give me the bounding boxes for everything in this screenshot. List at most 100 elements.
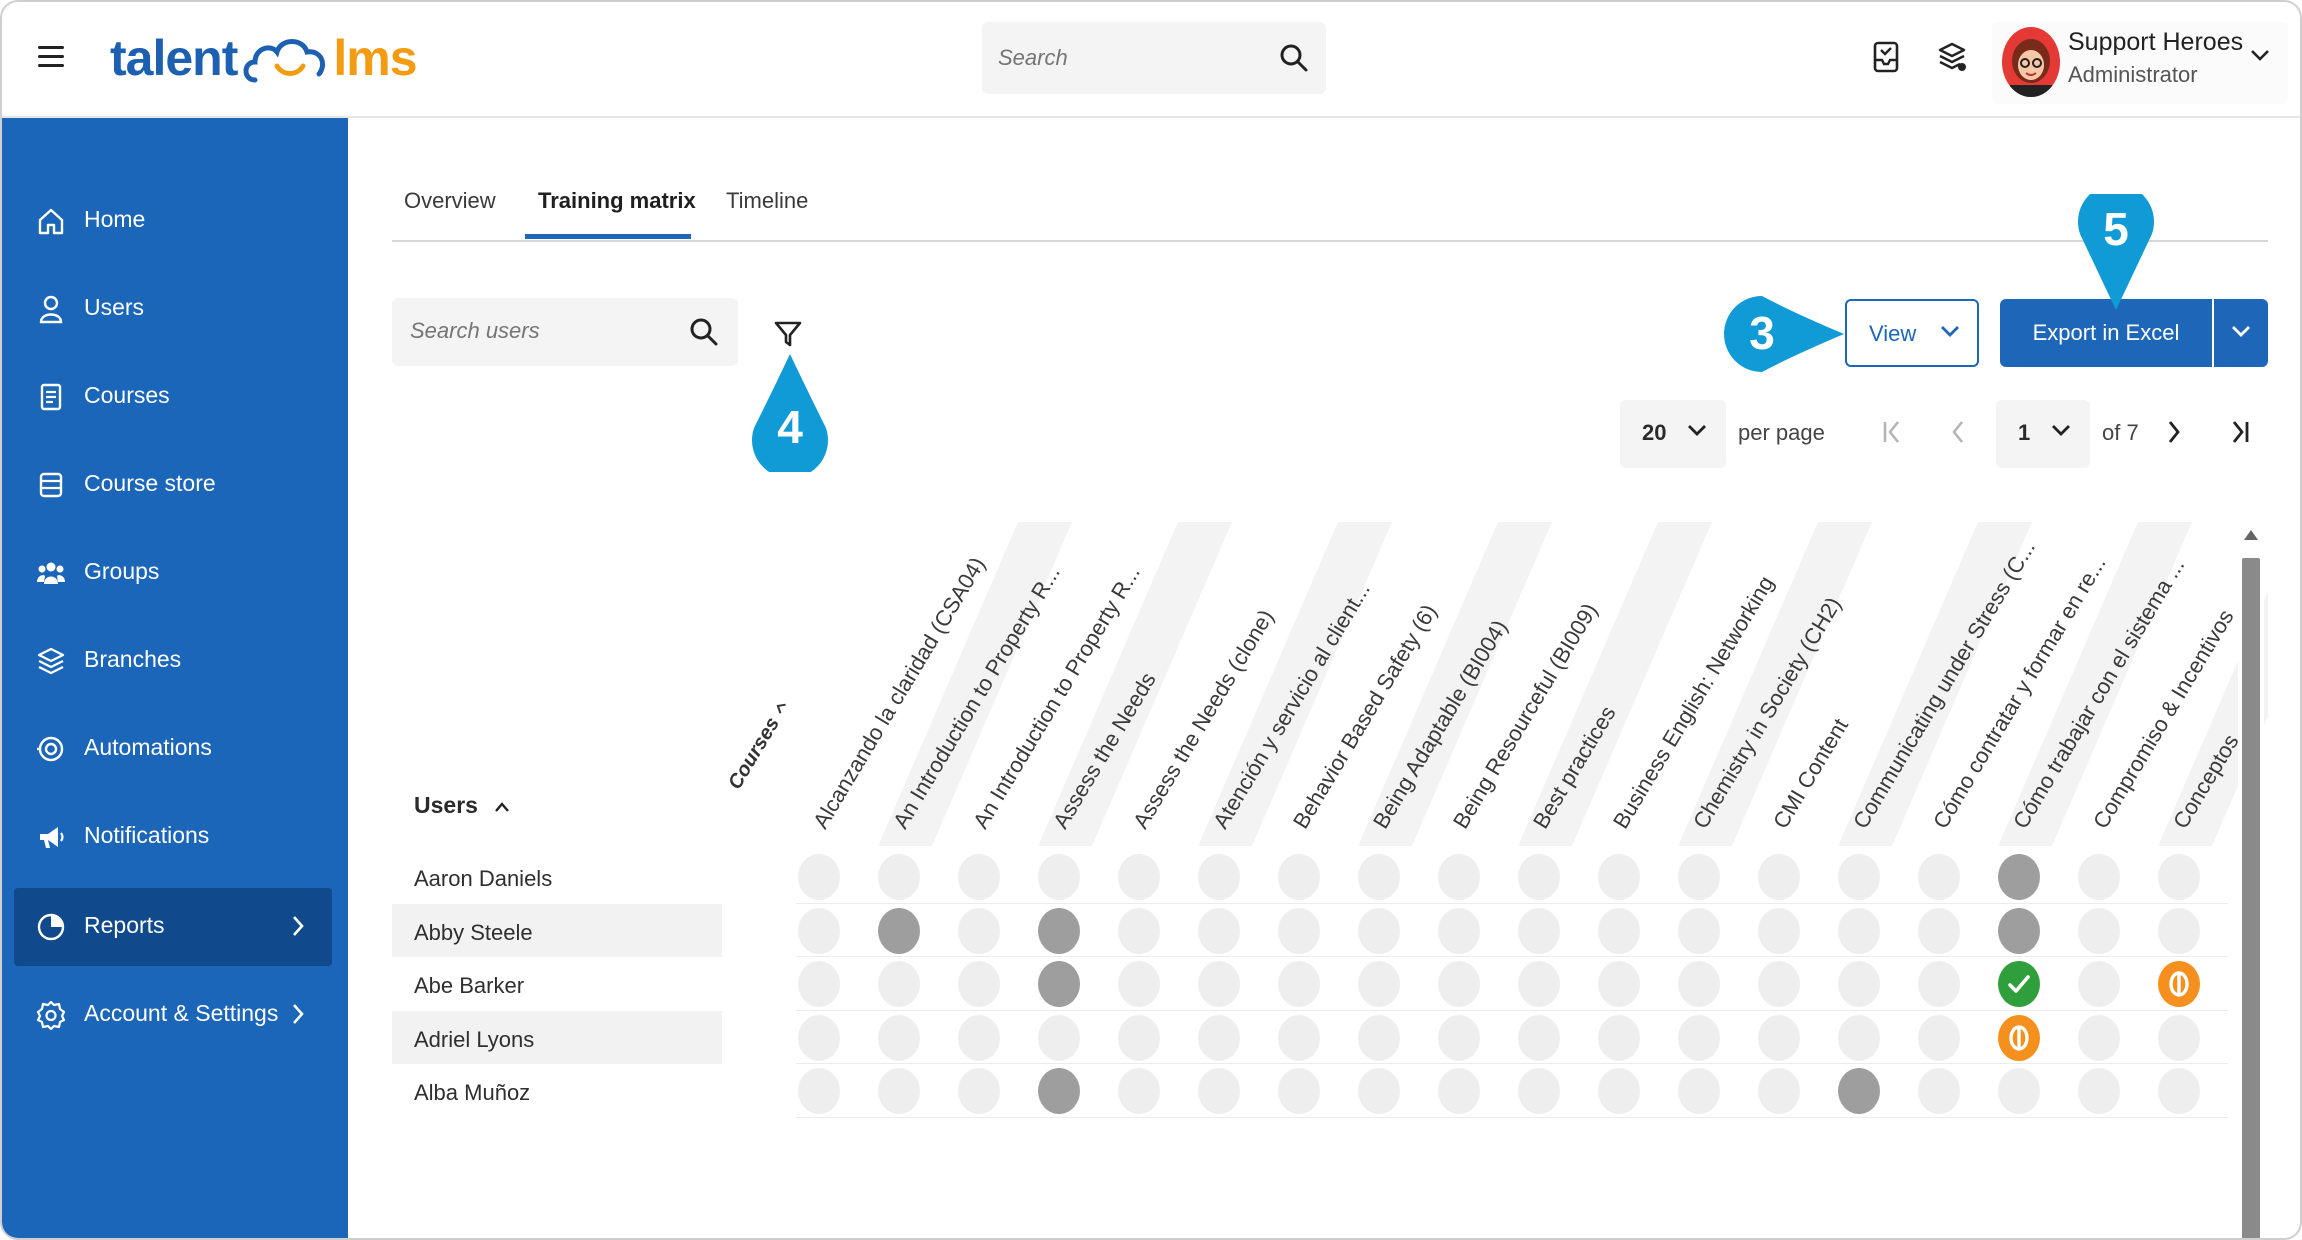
status-not-started-cell[interactable] (878, 907, 920, 954)
status-not-assigned-cell[interactable] (2078, 907, 2120, 954)
next-page-icon[interactable] (2154, 412, 2194, 452)
status-not-assigned-cell[interactable] (1678, 961, 1720, 1007)
status-not-assigned-cell[interactable] (798, 1068, 840, 1114)
status-not-assigned-cell[interactable] (798, 961, 840, 1007)
sidebar-item-automations[interactable]: Automations (14, 710, 332, 788)
status-not-assigned-cell[interactable] (1678, 907, 1720, 954)
status-not-assigned-cell[interactable] (1518, 1014, 1560, 1061)
last-page-icon[interactable] (2220, 412, 2260, 452)
status-not-started-cell[interactable] (1038, 907, 1080, 954)
status-not-assigned-cell[interactable] (1438, 1014, 1480, 1061)
status-not-assigned-cell[interactable] (2158, 907, 2200, 954)
status-not-assigned-cell[interactable] (1038, 1014, 1080, 1061)
status-not-assigned-cell[interactable] (1918, 961, 1960, 1007)
status-not-assigned-cell[interactable] (1118, 1014, 1160, 1061)
status-not-assigned-cell[interactable] (1278, 961, 1320, 1007)
status-not-assigned-cell[interactable] (1198, 854, 1240, 900)
status-not-assigned-cell[interactable] (1278, 854, 1320, 900)
status-not-assigned-cell[interactable] (1838, 854, 1880, 900)
status-not-assigned-cell[interactable] (1678, 1014, 1720, 1061)
previous-page-icon[interactable] (1938, 412, 1978, 452)
status-not-assigned-cell[interactable] (1358, 1068, 1400, 1114)
menu-icon[interactable] (38, 46, 64, 68)
status-not-assigned-cell[interactable] (1598, 854, 1640, 900)
status-not-assigned-cell[interactable] (1598, 907, 1640, 954)
status-not-assigned-cell[interactable] (2078, 961, 2120, 1007)
status-not-assigned-cell[interactable] (1198, 1014, 1240, 1061)
tab-overview[interactable]: Overview (404, 188, 496, 214)
first-page-icon[interactable] (1872, 412, 1912, 452)
status-not-assigned-cell[interactable] (2158, 1068, 2200, 1114)
status-not-assigned-cell[interactable] (2158, 854, 2200, 900)
status-not-assigned-cell[interactable] (878, 854, 920, 900)
logo[interactable]: talent lms (110, 26, 418, 90)
status-completed-cell[interactable] (1998, 961, 2040, 1007)
status-not-started-cell[interactable] (1838, 1068, 1880, 1114)
status-not-assigned-cell[interactable] (1438, 961, 1480, 1007)
status-not-assigned-cell[interactable] (2078, 1068, 2120, 1114)
export-options-button[interactable] (2214, 299, 2268, 367)
status-not-assigned-cell[interactable] (1678, 854, 1720, 900)
status-not-assigned-cell[interactable] (1278, 1068, 1320, 1114)
status-not-assigned-cell[interactable] (878, 1068, 920, 1114)
status-not-assigned-cell[interactable] (958, 1068, 1000, 1114)
status-not-started-cell[interactable] (1998, 854, 2040, 900)
status-not-started-cell[interactable] (1038, 961, 1080, 1007)
status-not-assigned-cell[interactable] (1358, 854, 1400, 900)
tab-training-matrix[interactable]: Training matrix (538, 188, 696, 214)
user-profile-menu[interactable]: Support Heroes Administrator (1992, 22, 2288, 104)
scroll-up-arrow-icon[interactable] (2244, 530, 2258, 540)
status-not-assigned-cell[interactable] (1758, 907, 1800, 954)
search-icon[interactable] (688, 316, 720, 348)
sidebar-item-courses[interactable]: Courses (14, 358, 332, 436)
status-not-assigned-cell[interactable] (1438, 1068, 1480, 1114)
status-not-assigned-cell[interactable] (1118, 854, 1160, 900)
status-not-assigned-cell[interactable] (1118, 1068, 1160, 1114)
global-search[interactable] (982, 22, 1326, 94)
vertical-scrollbar[interactable] (2238, 518, 2264, 1238)
status-not-assigned-cell[interactable] (1518, 1068, 1560, 1114)
search-icon[interactable] (1278, 42, 1310, 74)
user-name-cell[interactable]: Aaron Daniels (392, 850, 722, 904)
status-not-assigned-cell[interactable] (798, 854, 840, 900)
avatar[interactable] (2002, 27, 2060, 97)
status-not-assigned-cell[interactable] (798, 907, 840, 954)
status-not-assigned-cell[interactable] (1038, 854, 1080, 900)
filter-icon[interactable] (772, 318, 804, 350)
view-dropdown-button[interactable]: View (1845, 299, 1979, 367)
status-not-assigned-cell[interactable] (958, 961, 1000, 1007)
chevron-down-icon[interactable] (2250, 48, 2270, 62)
status-not-assigned-cell[interactable] (1358, 1014, 1400, 1061)
status-not-assigned-cell[interactable] (1758, 1014, 1800, 1061)
page-select[interactable]: 1 (1996, 400, 2090, 468)
status-not-assigned-cell[interactable] (1838, 1014, 1880, 1061)
status-not-assigned-cell[interactable] (2078, 1014, 2120, 1061)
status-not-started-cell[interactable] (1038, 1068, 1080, 1114)
status-not-assigned-cell[interactable] (1278, 907, 1320, 954)
user-name-cell[interactable]: Adriel Lyons (392, 1010, 722, 1064)
status-not-assigned-cell[interactable] (1598, 1068, 1640, 1114)
status-not-assigned-cell[interactable] (958, 907, 1000, 954)
status-not-assigned-cell[interactable] (1918, 854, 1960, 900)
status-not-assigned-cell[interactable] (1518, 854, 1560, 900)
status-not-assigned-cell[interactable] (1198, 907, 1240, 954)
status-not-assigned-cell[interactable] (1518, 907, 1560, 954)
status-not-assigned-cell[interactable] (1198, 1068, 1240, 1114)
status-not-assigned-cell[interactable] (1758, 961, 1800, 1007)
status-not-assigned-cell[interactable] (1758, 854, 1800, 900)
status-not-assigned-cell[interactable] (1918, 1068, 1960, 1114)
status-not-assigned-cell[interactable] (1758, 1068, 1800, 1114)
status-not-assigned-cell[interactable] (958, 1014, 1000, 1061)
global-search-input[interactable] (998, 45, 1268, 71)
status-not-assigned-cell[interactable] (1438, 907, 1480, 954)
status-not-assigned-cell[interactable] (878, 1014, 920, 1061)
user-name-cell[interactable]: Abby Steele (392, 903, 722, 957)
user-search-input[interactable] (410, 318, 670, 344)
status-not-assigned-cell[interactable] (1118, 907, 1160, 954)
status-not-assigned-cell[interactable] (1278, 1014, 1320, 1061)
status-not-assigned-cell[interactable] (1118, 961, 1160, 1007)
sidebar-item-notifications[interactable]: Notifications (14, 798, 332, 876)
status-not-assigned-cell[interactable] (1198, 961, 1240, 1007)
status-not-assigned-cell[interactable] (1598, 961, 1640, 1007)
status-not-assigned-cell[interactable] (2078, 854, 2120, 900)
